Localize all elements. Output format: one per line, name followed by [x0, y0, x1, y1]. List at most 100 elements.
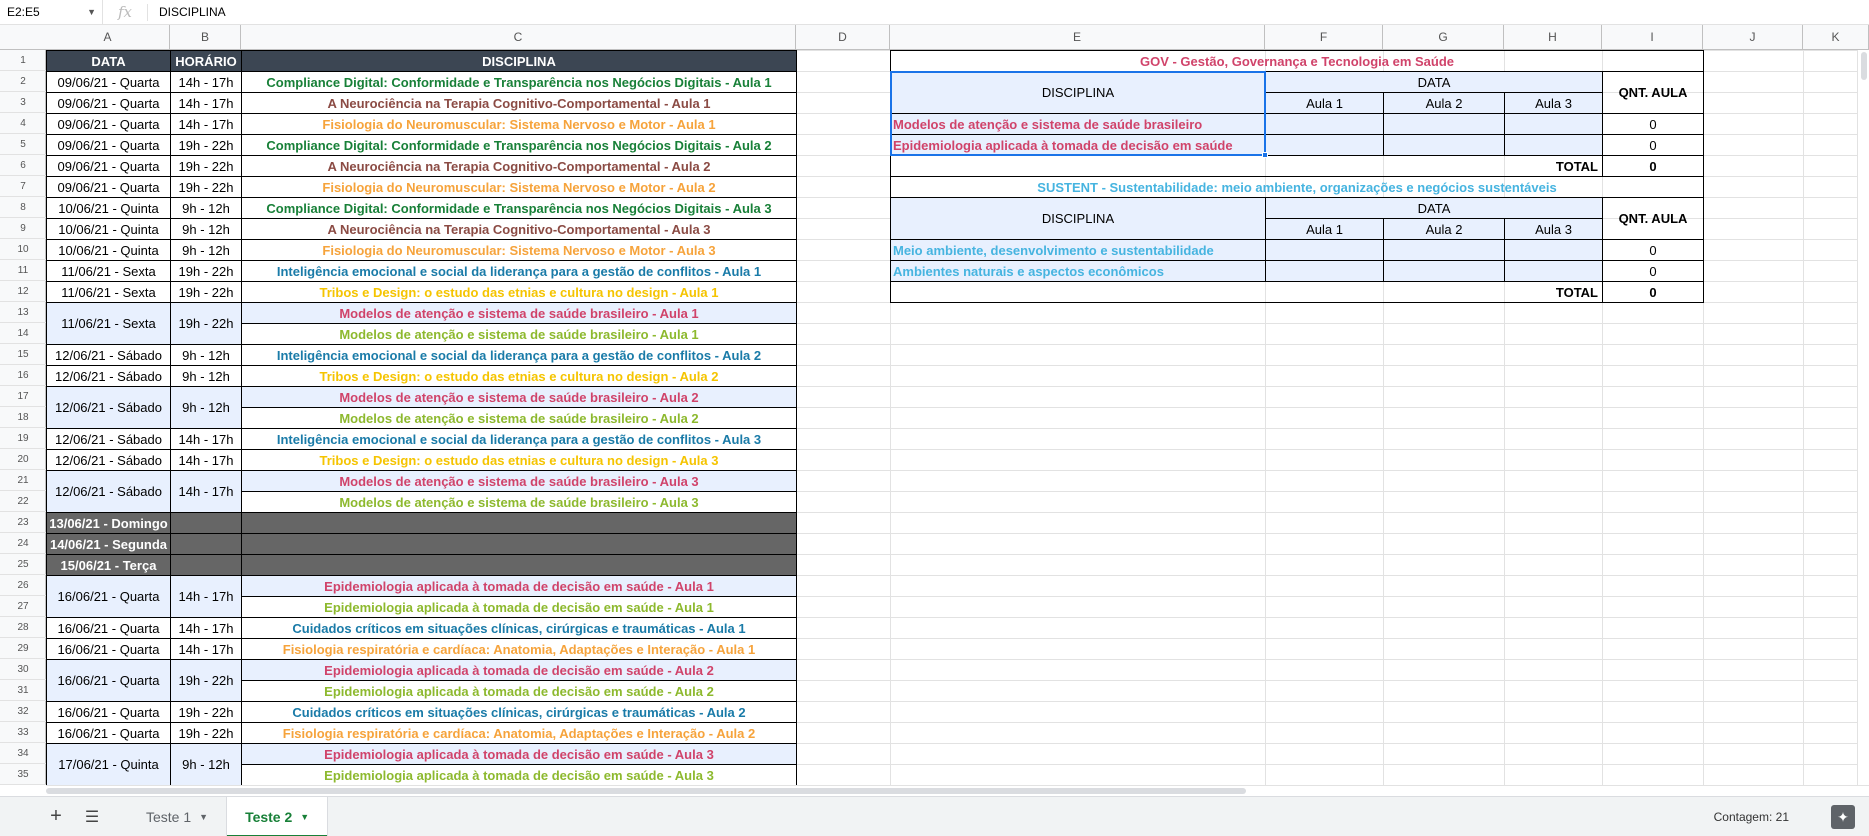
sheet-tab[interactable]: Teste 2 ▼ [227, 796, 329, 836]
time-cell[interactable] [170, 554, 242, 576]
column-header-k[interactable]: K [1803, 25, 1869, 50]
row-header[interactable]: 29 [0, 638, 46, 659]
subject-cell[interactable]: Inteligência emocional e social da lider… [241, 260, 797, 282]
row-header[interactable]: 1 [0, 50, 46, 71]
sustent-aula-header[interactable]: Aula 3 [1504, 218, 1603, 240]
column-header-f[interactable]: F [1265, 25, 1383, 50]
subject-cell[interactable] [241, 512, 797, 534]
row-header[interactable]: 11 [0, 260, 46, 281]
name-box[interactable]: E2:E5 ▼ [0, 0, 103, 25]
scrollbar-thumb[interactable] [1861, 52, 1867, 80]
time-cell[interactable]: 9h - 12h [170, 365, 242, 387]
date-cell[interactable]: 12/06/21 - Sábado [46, 344, 171, 366]
date-cell[interactable]: 10/06/21 - Quinta [46, 197, 171, 219]
row-header[interactable]: 10 [0, 239, 46, 260]
subject-cell[interactable]: Fisiologia do Neuromuscular: Sistema Ner… [241, 176, 797, 198]
date-cell[interactable]: 09/06/21 - Quarta [46, 113, 171, 135]
chevron-down-icon[interactable]: ▼ [87, 7, 96, 17]
subject-cell[interactable]: Epidemiologia aplicada à tomada de decis… [241, 575, 797, 597]
row-header[interactable]: 5 [0, 134, 46, 155]
date-cell[interactable]: 12/06/21 - Sábado [46, 470, 171, 513]
date-cell[interactable]: 12/06/21 - Sábado [46, 365, 171, 387]
row-header[interactable]: 12 [0, 281, 46, 302]
subject-cell[interactable]: Epidemiologia aplicada à tomada de decis… [241, 596, 797, 618]
subject-cell[interactable]: Compliance Digital: Conformidade e Trans… [241, 197, 797, 219]
row-header[interactable]: 26 [0, 575, 46, 596]
sustent-data-header[interactable]: DATA [1265, 197, 1603, 219]
gov-aula-cell[interactable] [1504, 113, 1603, 135]
sustent-qnt-header[interactable]: QNT. AULA [1602, 197, 1704, 240]
sustent-aula-cell[interactable] [1265, 239, 1384, 261]
time-cell[interactable]: 14h - 17h [170, 449, 242, 471]
sheet-tab[interactable]: Teste 1 ▼ [128, 796, 228, 836]
sustent-item-name[interactable]: Ambientes naturais e aspectos econômicos [890, 260, 1266, 282]
sustent-item-name[interactable]: Meio ambiente, desenvolvimento e sustent… [890, 239, 1266, 261]
time-cell[interactable]: 9h - 12h [170, 197, 242, 219]
date-cell[interactable]: 15/06/21 - Terça [46, 554, 171, 576]
subject-cell[interactable]: Tribos e Design: o estudo das etnias e c… [241, 281, 797, 303]
gov-aula-cell[interactable] [1383, 134, 1505, 156]
subject-cell[interactable]: A Neurociência na Terapia Cognitivo-Comp… [241, 155, 797, 177]
row-header[interactable]: 27 [0, 596, 46, 617]
subject-cell[interactable]: A Neurociência na Terapia Cognitivo-Comp… [241, 218, 797, 240]
cell-grid[interactable]: DATA HORÁRIO DISCIPLINA 09/06/21 - Quarta 14… [46, 50, 1869, 785]
date-cell[interactable]: 11/06/21 - Sexta [46, 260, 171, 282]
time-cell[interactable]: 14h - 17h [170, 470, 242, 513]
subject-cell[interactable]: Modelos de atenção e sistema de saúde br… [241, 302, 797, 324]
subject-cell[interactable]: Epidemiologia aplicada à tomada de decis… [241, 680, 797, 702]
gov-item-name[interactable]: Epidemiologia aplicada à tomada de decis… [890, 134, 1266, 156]
date-cell[interactable]: 10/06/21 - Quinta [46, 239, 171, 261]
time-cell[interactable]: 19h - 22h [170, 659, 242, 702]
row-header[interactable]: 17 [0, 386, 46, 407]
row-header[interactable]: 28 [0, 617, 46, 638]
subject-cell[interactable]: Cuidados críticos em situações clínicas,… [241, 617, 797, 639]
time-cell[interactable]: 9h - 12h [170, 743, 242, 785]
gov-data-header[interactable]: DATA [1265, 71, 1603, 93]
row-header[interactable]: 15 [0, 344, 46, 365]
time-cell[interactable]: 14h - 17h [170, 617, 242, 639]
date-cell[interactable]: 12/06/21 - Sábado [46, 428, 171, 450]
chevron-down-icon[interactable]: ▼ [300, 812, 309, 822]
row-header[interactable]: 33 [0, 722, 46, 743]
sustent-total[interactable]: 0 [1602, 281, 1704, 303]
subject-cell[interactable]: Fisiologia do Neuromuscular: Sistema Ner… [241, 239, 797, 261]
row-header[interactable]: 32 [0, 701, 46, 722]
time-cell[interactable]: 14h - 17h [170, 113, 242, 135]
header-disciplina[interactable]: DISCIPLINA [241, 50, 797, 72]
subject-cell[interactable]: Compliance Digital: Conformidade e Trans… [241, 71, 797, 93]
time-cell[interactable]: 9h - 12h [170, 386, 242, 429]
date-cell[interactable]: 16/06/21 - Quarta [46, 617, 171, 639]
gov-aula-cell[interactable] [1265, 113, 1384, 135]
date-cell[interactable]: 11/06/21 - Sexta [46, 302, 171, 345]
row-header[interactable]: 2 [0, 71, 46, 92]
subject-cell[interactable] [241, 554, 797, 576]
date-cell[interactable]: 12/06/21 - Sábado [46, 386, 171, 429]
subject-cell[interactable]: Epidemiologia aplicada à tomada de decis… [241, 659, 797, 681]
time-cell[interactable]: 19h - 22h [170, 176, 242, 198]
sustent-disciplina-header[interactable]: DISCIPLINA [890, 197, 1266, 240]
date-cell[interactable]: 16/06/21 - Quarta [46, 659, 171, 702]
subject-cell[interactable]: Modelos de atenção e sistema de saúde br… [241, 491, 797, 513]
sustent-aula-header[interactable]: Aula 1 [1265, 218, 1384, 240]
time-cell[interactable] [170, 533, 242, 555]
row-header[interactable]: 14 [0, 323, 46, 344]
subject-cell[interactable]: Modelos de atenção e sistema de saúde br… [241, 407, 797, 429]
explore-icon[interactable]: ✦ [1831, 805, 1855, 829]
subject-cell[interactable]: Epidemiologia aplicada à tomada de decis… [241, 743, 797, 765]
time-cell[interactable]: 19h - 22h [170, 701, 242, 723]
column-header-j[interactable]: J [1703, 25, 1803, 50]
date-cell[interactable]: 14/06/21 - Segunda [46, 533, 171, 555]
row-header[interactable]: 7 [0, 176, 46, 197]
sustent-aula-cell[interactable] [1504, 260, 1603, 282]
time-cell[interactable]: 19h - 22h [170, 134, 242, 156]
time-cell[interactable]: 19h - 22h [170, 302, 242, 345]
date-cell[interactable]: 09/06/21 - Quarta [46, 134, 171, 156]
time-cell[interactable]: 9h - 12h [170, 218, 242, 240]
horizontal-scrollbar[interactable] [46, 785, 1869, 795]
row-header[interactable]: 3 [0, 92, 46, 113]
column-header-e[interactable]: E [890, 25, 1265, 50]
date-cell[interactable]: 16/06/21 - Quarta [46, 638, 171, 660]
subject-cell[interactable] [241, 533, 797, 555]
header-data[interactable]: DATA [46, 50, 171, 72]
sustent-item-qnt[interactable]: 0 [1602, 260, 1704, 282]
